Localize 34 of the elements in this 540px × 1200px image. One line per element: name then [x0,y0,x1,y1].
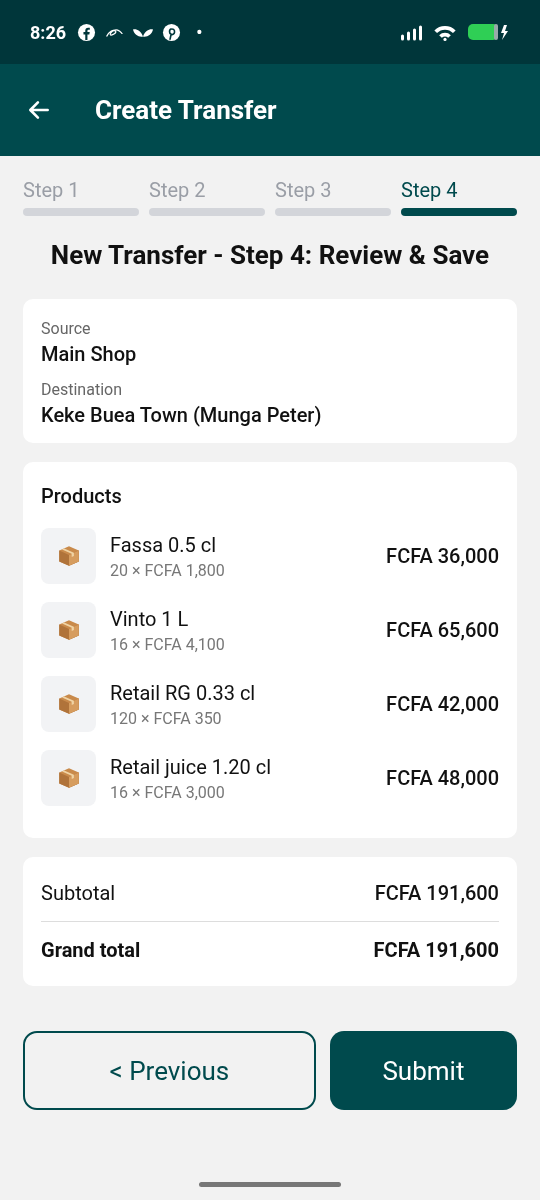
field-label: Destination [41,380,123,399]
product-total: FCFA 48,000 [386,766,499,790]
wifi-icon [433,23,457,41]
field-value: Main Shop [41,342,138,366]
submit-button[interactable]: Submit [329,1031,517,1110]
page-heading: New Transfer - Step 4: Review & Save [49,240,491,270]
status-time: 8:26 [30,21,67,43]
product-quantity-price: 16 × FCFA 3,000 [110,782,226,802]
battery-icon [468,23,510,41]
field-label: Source [41,319,92,338]
product-total: FCFA 42,000 [386,692,499,716]
total-value: FCFA 191,600 [373,938,499,962]
signal-icon [400,23,424,41]
previous-button[interactable]: < Previous [23,1031,316,1110]
product-name: Retail juice 1.20 cl [110,754,273,779]
product-quantity-price: 16 × FCFA 4,100 [110,634,226,654]
product-total: FCFA 65,600 [386,618,499,642]
screen-title: Create Transfer [95,95,277,125]
notification-dot: • [196,20,203,44]
facebook-icon [77,22,97,42]
total-label: Subtotal [41,881,116,905]
step-tab[interactable]: Step 4 [401,178,517,216]
leaf-icon [133,27,154,37]
pinterest-icon [162,22,182,42]
product-name: Retail RG 0.33 cl [110,680,257,705]
total-value: FCFA 191,600 [374,881,499,905]
product-quantity-price: 120 × FCFA 350 [110,708,223,728]
total-label: Grand total [41,938,141,962]
section-title: Products [41,484,123,508]
product-total: FCFA 36,000 [386,544,499,568]
product-quantity-price: 20 × FCFA 1,800 [110,560,226,580]
product-name: Fassa 0.5 cl [110,532,218,557]
field-value: Keke Buea Town (Munga Peter) [41,403,323,427]
product-name: Vinto 1 L [110,606,190,631]
